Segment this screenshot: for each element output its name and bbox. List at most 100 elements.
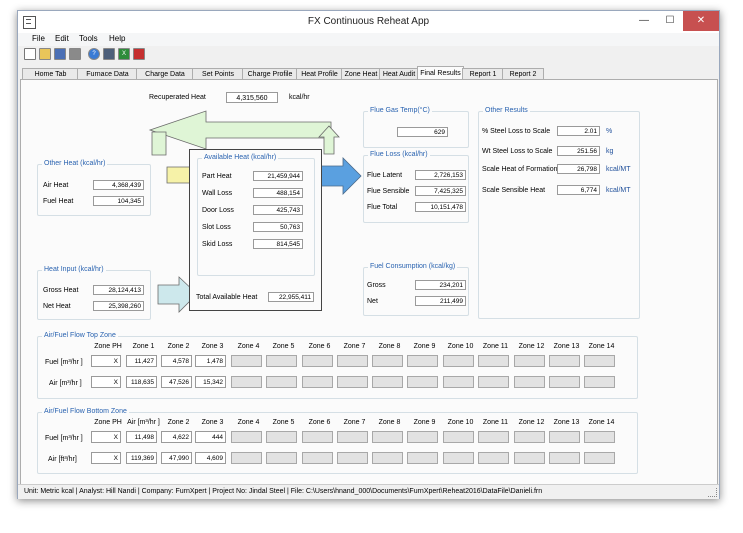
bot-zone-header: Zone 3	[201, 419, 224, 426]
top-air-cell	[337, 376, 368, 388]
total-available-heat-value: 22,955,411	[268, 292, 314, 302]
bot-fuel-cell[interactable]: 444	[195, 431, 226, 443]
top-fuel-cell[interactable]: 4,578	[161, 355, 192, 367]
other-results-group: Other Results % Steel Loss to Scale 2.01…	[478, 107, 640, 319]
bot-air-cell	[302, 452, 333, 464]
top-zone-header: Zone PH	[94, 343, 122, 350]
flue-loss-group: Flue Loss (kcal/hr) Flue Latent 2,726,15…	[363, 151, 469, 223]
calculator-icon[interactable]	[103, 48, 115, 60]
top-zone-header: Zone 6	[308, 343, 331, 350]
bot-fuel-cell	[372, 431, 403, 443]
top-air-cell[interactable]: 47,526	[161, 376, 192, 388]
top-air-cell[interactable]: 118,635	[126, 376, 157, 388]
top-zone-header: Zone 7	[343, 343, 366, 350]
print-icon[interactable]	[69, 48, 81, 60]
blue-arrow	[320, 157, 362, 195]
new-icon[interactable]	[24, 48, 36, 60]
top-zone-header: Zone 14	[588, 343, 615, 350]
flue-latent-label: Flue Latent	[367, 172, 403, 179]
bot-fuel-cell	[337, 431, 368, 443]
pdf-icon[interactable]	[133, 48, 145, 60]
available-heat-title: Available Heat (kcal/hr)	[202, 154, 279, 161]
top-air-cell[interactable]: X	[91, 376, 121, 388]
bot-zone-header: Air [m³/hr ]	[127, 419, 160, 426]
save-icon[interactable]	[54, 48, 66, 60]
fuel-consumption-group: Fuel Consumption (kcal/kg) Gross 234,201…	[363, 263, 469, 316]
open-icon[interactable]	[39, 48, 51, 60]
fuel-heat-value: 104,345	[93, 196, 144, 206]
bot-zone-header: Zone PH	[94, 419, 122, 426]
other-results-title: Other Results	[483, 107, 530, 114]
bot-fuel-cell	[302, 431, 333, 443]
top-air-cell	[231, 376, 262, 388]
help-icon[interactable]: ?	[88, 48, 100, 60]
bot-air-cell	[478, 452, 509, 464]
bot-air-cell[interactable]: X	[91, 452, 121, 464]
bot-zone-header: Zone 9	[413, 419, 436, 426]
top-zone-header: Zone 13	[553, 343, 580, 350]
bot-air-cell[interactable]: 47,990	[161, 452, 192, 464]
top-fuel-cell[interactable]: 1,478	[195, 355, 226, 367]
steel-loss-wt-unit: kg	[606, 148, 614, 155]
tab-strip: Home Tab Furnace Data Charge Data Set Po…	[18, 66, 719, 80]
title-bar: FX Continuous Reheat App — ☐ ✕	[18, 11, 719, 33]
menu-help[interactable]: Help	[109, 34, 125, 43]
bot-fuel-cell	[231, 431, 262, 443]
steel-loss-wt-label: Wt Steel Loss to Scale	[482, 148, 553, 155]
skid-loss-value: 814,545	[253, 239, 303, 249]
bot-air-cell[interactable]: 119,369	[126, 452, 157, 464]
flue-gas-temp-group: Flue Gas Temp(°C) 629	[363, 107, 469, 148]
top-fuel-cell[interactable]: X	[91, 355, 121, 367]
flue-loss-title: Flue Loss (kcal/hr)	[368, 151, 430, 158]
bot-air-cell	[549, 452, 580, 464]
bot-zone-header: Zone 8	[378, 419, 401, 426]
bot-air-cell	[443, 452, 474, 464]
top-air-cell[interactable]: 15,342	[195, 376, 226, 388]
slot-loss-value: 50,763	[253, 222, 303, 232]
tab-final-results[interactable]: Final Results	[417, 66, 464, 80]
minimize-button[interactable]: —	[631, 11, 657, 31]
flue-sensible-label: Flue Sensible	[367, 188, 410, 195]
fuel-consumption-title: Fuel Consumption (kcal/kg)	[368, 263, 458, 270]
top-air-cell	[407, 376, 438, 388]
bot-air-cell	[514, 452, 545, 464]
steel-loss-wt-value: 251.56	[557, 146, 600, 156]
slot-loss-label: Slot Loss	[202, 224, 231, 231]
menu-bar: File Edit Tools Help	[18, 33, 719, 46]
top-fuel-cell	[372, 355, 403, 367]
resize-grip-icon[interactable]	[708, 488, 717, 497]
top-fuel-cell[interactable]: 11,427	[126, 355, 157, 367]
top-air-cell	[514, 376, 545, 388]
excel-icon[interactable]: X	[118, 48, 130, 60]
top-air-cell	[302, 376, 333, 388]
green-arrow	[148, 110, 332, 150]
app-window: FX Continuous Reheat App — ☐ ✕ File Edit…	[17, 10, 720, 499]
maximize-button[interactable]: ☐	[657, 11, 683, 31]
part-heat-label: Part Heat	[202, 173, 232, 180]
bot-air-cell	[407, 452, 438, 464]
top-fuel-cell	[302, 355, 333, 367]
top-air-cell	[266, 376, 297, 388]
top-fuel-cell	[584, 355, 615, 367]
bot-air-cell	[372, 452, 403, 464]
bot-fuel-cell	[266, 431, 297, 443]
menu-edit[interactable]: Edit	[55, 34, 69, 43]
bot-fuel-cell	[478, 431, 509, 443]
menu-file[interactable]: File	[32, 34, 45, 43]
status-text: Unit: Metric kcal | Analyst: Hill Nandi …	[24, 488, 543, 495]
bot-fuel-cell[interactable]: 11,498	[126, 431, 157, 443]
bot-air-cell[interactable]: 4,609	[195, 452, 226, 464]
bot-fuel-cell[interactable]: X	[91, 431, 121, 443]
bot-fuel-cell[interactable]: 4,622	[161, 431, 192, 443]
bot-fuel-cell	[443, 431, 474, 443]
steel-loss-pct-value: 2.01	[557, 126, 600, 136]
fuel-net-label: Net	[367, 298, 378, 305]
top-zone-title: Air/Fuel Flow Top Zone	[42, 332, 118, 339]
bot-zone-header: Zone 12	[518, 419, 545, 426]
close-button[interactable]: ✕	[683, 11, 719, 31]
air-heat-value: 4,368,439	[93, 180, 144, 190]
bot-fuel-cell	[514, 431, 545, 443]
bottom-zone-group: Air/Fuel Flow Bottom Zone Zone PH Air [m³…	[37, 408, 638, 474]
bot-zone-header: Zone 13	[553, 419, 580, 426]
menu-tools[interactable]: Tools	[79, 34, 98, 43]
